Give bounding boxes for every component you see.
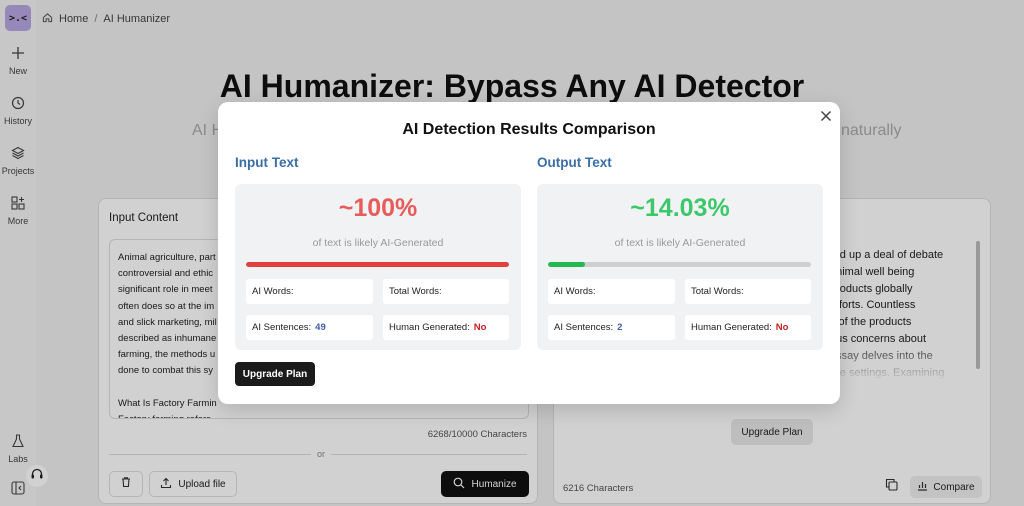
input-human-generated-label: Human Generated: xyxy=(389,322,470,333)
input-ai-words-label: AI Words: xyxy=(252,286,294,297)
input-ai-caption: of text is likely AI-Generated xyxy=(312,237,444,249)
output-total-words: Total Words: xyxy=(685,279,811,304)
input-ai-sentences-label: AI Sentences: xyxy=(252,322,312,333)
modal-title: AI Detection Results Comparison xyxy=(402,121,656,138)
output-ai-caption: of text is likely AI-Generated xyxy=(614,237,746,249)
output-human-generated: Human Generated: No xyxy=(685,315,811,340)
detection-results-modal: AI Detection Results Comparison Input Te… xyxy=(218,102,840,404)
close-button[interactable] xyxy=(818,110,834,126)
input-total-words: Total Words: xyxy=(383,279,509,304)
output-ai-sentences-label: AI Sentences: xyxy=(554,322,614,333)
input-ai-sentences-value: 49 xyxy=(315,322,326,333)
output-ai-sentences-value: 2 xyxy=(617,322,623,333)
output-progress-bar xyxy=(548,262,811,267)
upgrade-plan-button[interactable]: Upgrade Plan xyxy=(235,362,315,386)
output-ai-sentences: AI Sentences: 2 xyxy=(548,315,675,340)
output-result-card: ~14.03% of text is likely AI-Generated A… xyxy=(537,184,823,350)
output-ai-percent: ~14.03% xyxy=(630,194,730,222)
output-total-words-label: Total Words: xyxy=(691,286,744,297)
output-progress-fill xyxy=(548,262,585,267)
input-progress-fill xyxy=(246,262,509,267)
input-progress-bar xyxy=(246,262,509,267)
output-ai-words: AI Words: xyxy=(548,279,675,304)
input-ai-words: AI Words: xyxy=(246,279,373,304)
input-ai-sentences: AI Sentences: 49 xyxy=(246,315,373,340)
input-ai-percent: ~100% xyxy=(338,194,418,222)
output-text-heading: Output Text xyxy=(537,155,612,170)
input-text-heading: Input Text xyxy=(235,155,299,170)
input-human-generated: Human Generated: No xyxy=(383,315,509,340)
close-icon xyxy=(820,109,832,127)
output-ai-words-label: AI Words: xyxy=(554,286,596,297)
input-total-words-label: Total Words: xyxy=(389,286,442,297)
input-result-card: ~100% of text is likely AI-Generated AI … xyxy=(235,184,521,350)
output-human-generated-value: No xyxy=(775,322,789,333)
output-human-generated-label: Human Generated: xyxy=(691,322,772,333)
input-human-generated-value: No xyxy=(473,322,487,333)
